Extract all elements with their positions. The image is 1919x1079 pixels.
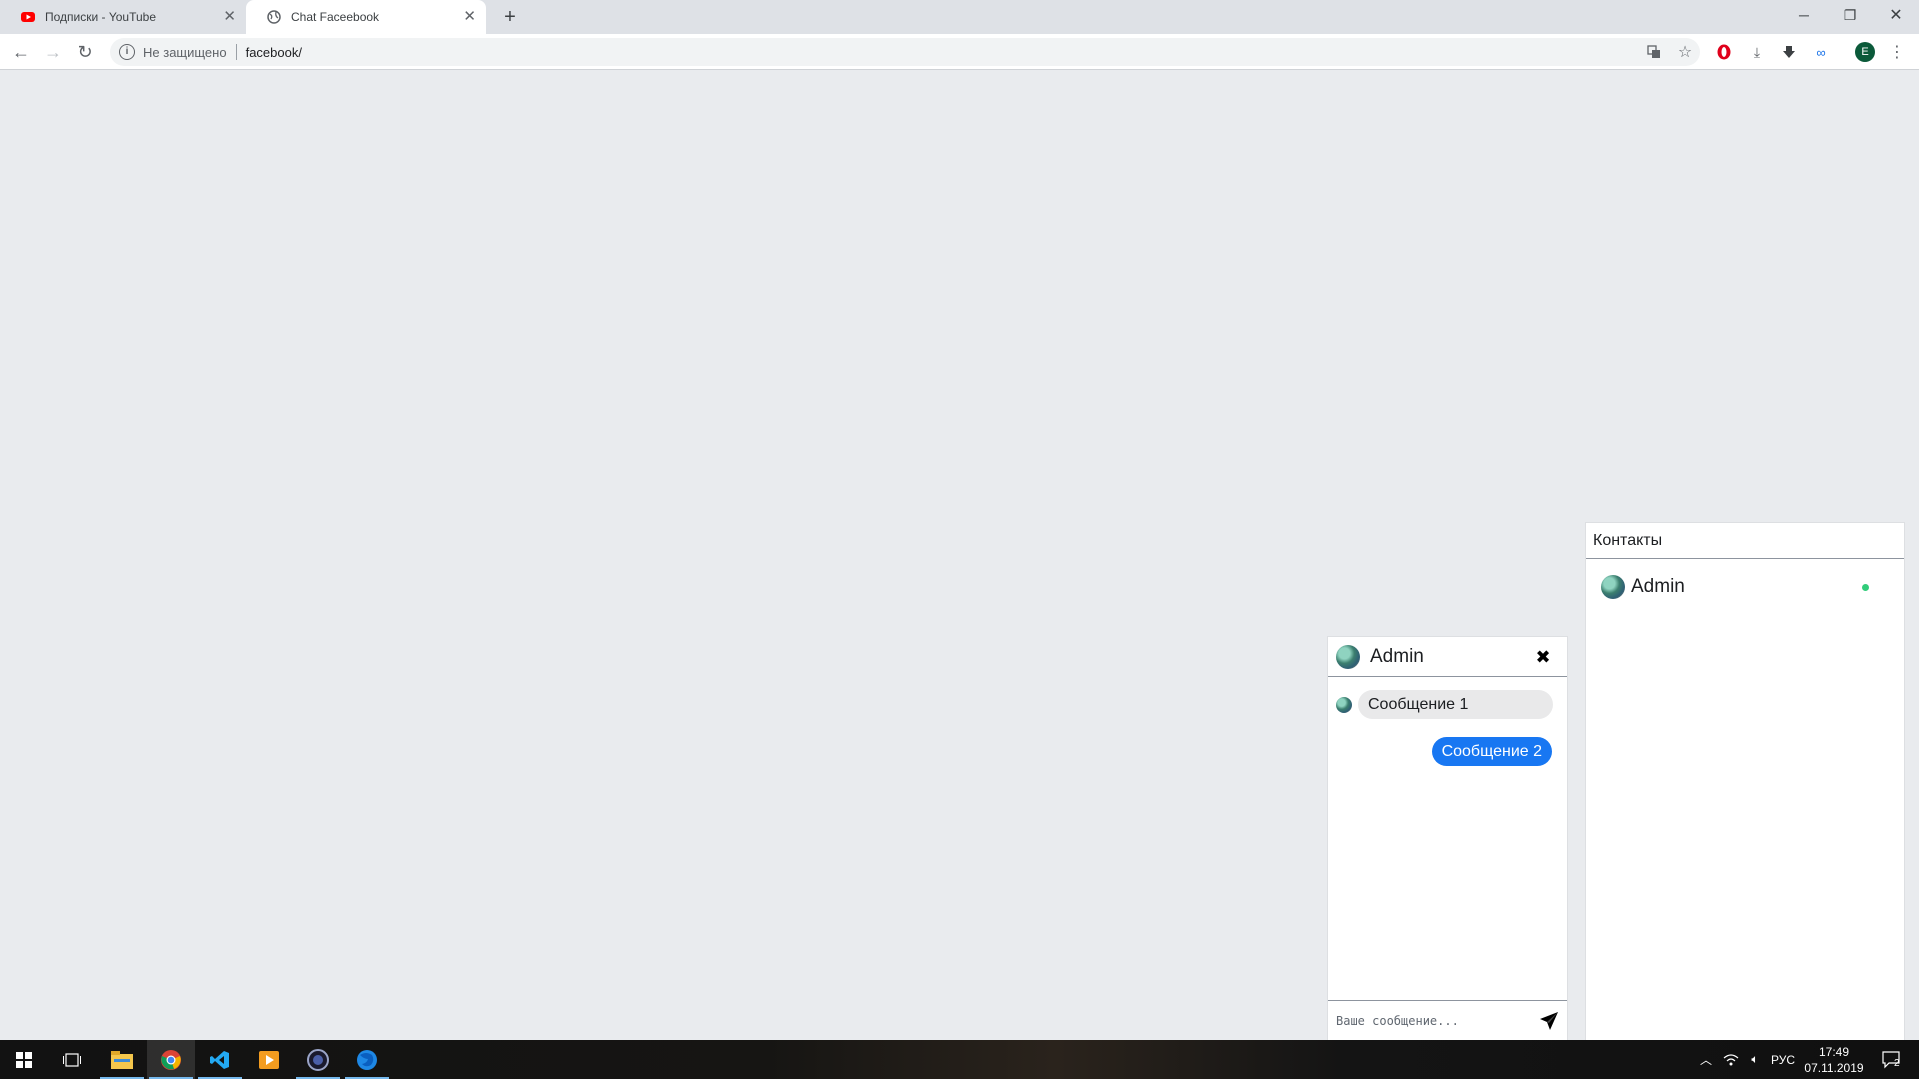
incoming-message: Сообщение 1	[1336, 690, 1553, 719]
notifications-icon[interactable]: 2	[1876, 1040, 1908, 1079]
bookmark-star-icon[interactable]: ☆	[1673, 38, 1697, 66]
tab-title: Chat Faceebook	[291, 10, 380, 24]
close-window-icon[interactable]: ✕	[1873, 0, 1919, 30]
taskbar: ︿ 🔈︎ РУС 17:49 07.11.2019 2	[0, 1040, 1919, 1079]
contacts-panel: Контакты Admin	[1585, 522, 1905, 1040]
date: 07.11.2019	[1804, 1061, 1864, 1075]
avatar	[1336, 644, 1360, 669]
menu-icon[interactable]: ⋮	[1887, 42, 1907, 62]
message-bubble: Сообщение 2	[1431, 737, 1552, 766]
chrome-taskbar-icon[interactable]	[147, 1040, 195, 1079]
chevron-up-icon[interactable]: ︿	[1696, 1040, 1716, 1079]
message-list: Сообщение 1 Сообщение 2	[1328, 677, 1567, 1001]
clock[interactable]: 17:49 07.11.2019	[1797, 1044, 1871, 1076]
time: 17:49	[1818, 1045, 1850, 1059]
cinema4d-icon[interactable]	[294, 1040, 342, 1079]
file-explorer-icon[interactable]	[98, 1040, 146, 1079]
profile-avatar[interactable]: E	[1855, 42, 1875, 62]
new-tab-button[interactable]: +	[498, 5, 522, 29]
notification-count: 2	[1894, 1058, 1900, 1069]
contact-item[interactable]: Admin	[1586, 559, 1904, 615]
message-bubble: Сообщение 1	[1358, 690, 1553, 719]
infinity-extension-icon[interactable]: ∞	[1811, 42, 1831, 62]
chat-header: Admin ✖	[1328, 637, 1567, 677]
close-chat-icon[interactable]: ✖	[1533, 647, 1553, 667]
forward-icon[interactable]: →	[39, 38, 67, 66]
download-arrow-icon[interactable]	[1779, 42, 1799, 62]
opera-icon[interactable]	[1714, 42, 1734, 62]
task-view-icon[interactable]	[48, 1040, 96, 1079]
browser-toolbar: ← → ↻ i Не защищено facebook/ ☆ ⤓ ∞ E ⋮	[0, 34, 1919, 70]
volume-icon[interactable]: 🔈︎	[1744, 1040, 1766, 1079]
tab-youtube[interactable]: Подписки - YouTube ✕	[0, 0, 246, 34]
back-icon[interactable]: ←	[7, 38, 35, 66]
reload-icon[interactable]: ↻	[71, 38, 99, 66]
address-bar[interactable]: i Не защищено facebook/ ☆	[110, 38, 1700, 66]
language-indicator[interactable]: РУС	[1768, 1040, 1798, 1079]
message-composer	[1328, 1000, 1567, 1040]
firefox-icon[interactable]	[343, 1040, 391, 1079]
globe-icon	[267, 10, 281, 24]
tab-title: Подписки - YouTube	[45, 10, 157, 24]
vscode-icon[interactable]	[196, 1040, 244, 1079]
youtube-icon	[21, 10, 35, 24]
send-icon[interactable]	[1537, 1009, 1561, 1033]
avatar	[1601, 575, 1625, 599]
download-icon[interactable]: ⤓	[1747, 42, 1767, 62]
close-tab-icon[interactable]: ✕	[463, 9, 476, 25]
tab-chat-facebook[interactable]: Chat Faceebook ✕	[246, 0, 486, 34]
avatar	[1336, 696, 1352, 713]
close-tab-icon[interactable]: ✕	[223, 9, 236, 25]
url-text: facebook/	[245, 44, 302, 60]
contacts-title: Контакты	[1586, 523, 1904, 559]
outgoing-message: Сообщение 2	[1431, 737, 1552, 766]
divider	[235, 44, 237, 60]
info-icon[interactable]: i	[119, 44, 135, 60]
online-status-dot	[1862, 584, 1869, 591]
network-icon[interactable]	[1720, 1040, 1742, 1079]
chat-window: Admin ✖ Сообщение 1 Сообщение 2	[1327, 636, 1568, 1040]
contact-name: Admin	[1631, 576, 1685, 597]
chat-title: Admin	[1370, 645, 1424, 667]
translate-icon[interactable]	[1642, 38, 1666, 66]
tab-strip: Подписки - YouTube ✕ Chat Faceebook ✕ + …	[0, 0, 1919, 34]
restore-icon[interactable]: ❐	[1827, 0, 1873, 30]
media-player-icon[interactable]	[245, 1040, 293, 1079]
security-label: Не защищено	[143, 44, 227, 60]
minimize-icon[interactable]: ─	[1781, 0, 1827, 30]
windows-start-icon[interactable]	[0, 1040, 48, 1079]
message-input[interactable]	[1336, 1008, 1526, 1033]
